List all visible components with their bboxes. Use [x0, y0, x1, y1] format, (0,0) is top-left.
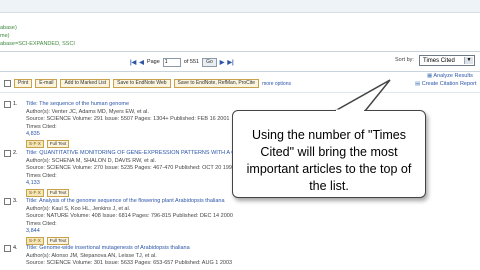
callout-pointer-join [336, 109, 364, 113]
